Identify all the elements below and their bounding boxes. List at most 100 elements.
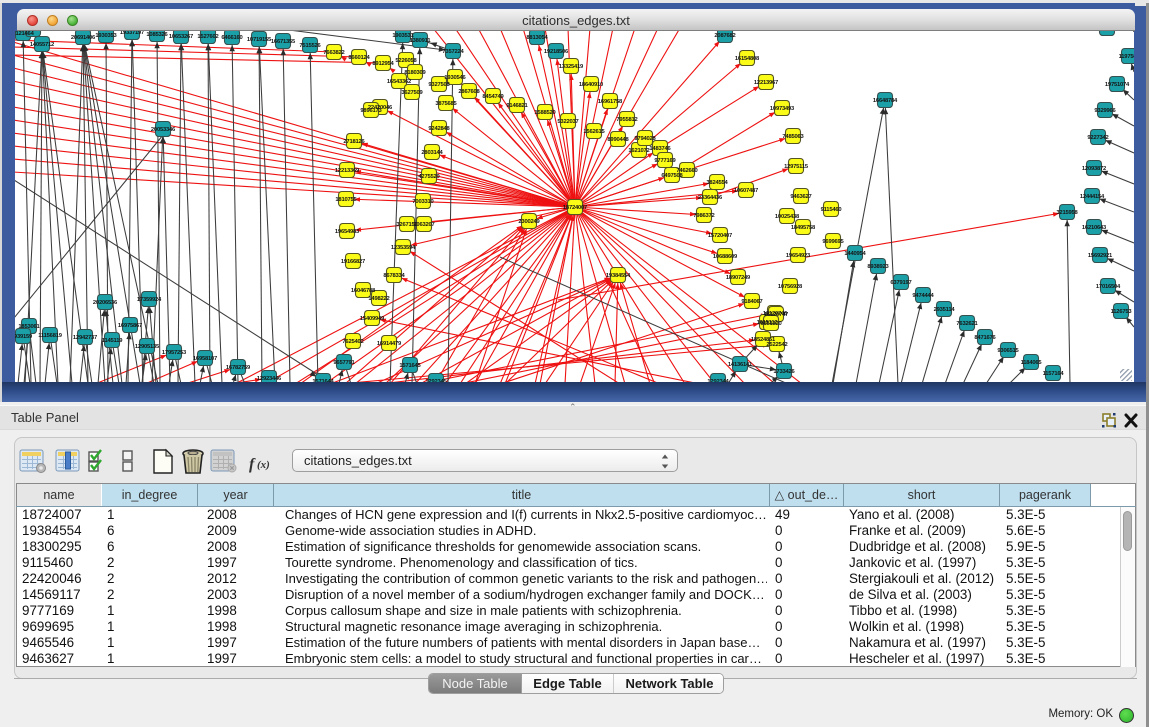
svg-text:6379197: 6379197	[890, 280, 911, 286]
svg-text:9146821: 9146821	[506, 103, 528, 109]
svg-text:9151320: 9151320	[760, 321, 781, 327]
svg-text:20206536: 20206536	[93, 300, 118, 306]
svg-text:19384554: 19384554	[606, 273, 631, 279]
svg-text:19166827: 19166827	[341, 259, 365, 265]
svg-text:1180420: 1180420	[1097, 31, 1118, 32]
svg-text:14136141: 14136141	[728, 362, 753, 368]
svg-text:17359924: 17359924	[137, 297, 162, 303]
svg-text:(x): (x)	[257, 459, 270, 471]
svg-text:19337197: 19337197	[120, 31, 144, 36]
svg-text:9896173: 9896173	[360, 108, 382, 114]
svg-text:18724007: 18724007	[563, 205, 587, 211]
svg-text:16120747: 16120747	[764, 312, 788, 318]
svg-text:7462660: 7462660	[676, 168, 697, 174]
svg-text:1930353: 1930353	[95, 33, 117, 39]
svg-text:2522542: 2522542	[766, 342, 787, 348]
svg-text:16543362: 16543362	[387, 79, 411, 85]
svg-text:7955812: 7955812	[616, 117, 637, 123]
svg-text:8938923: 8938923	[867, 264, 889, 270]
svg-text:15720407: 15720407	[708, 233, 732, 239]
svg-text:2935114: 2935114	[934, 307, 956, 313]
svg-text:10607487: 10607487	[734, 188, 758, 194]
svg-text:7632621: 7632621	[956, 321, 978, 327]
svg-text:16154808: 16154808	[735, 56, 760, 62]
svg-text:1588520: 1588520	[534, 110, 555, 116]
svg-text:15692921: 15692921	[1088, 253, 1113, 259]
svg-text:12923446: 12923446	[257, 376, 282, 382]
svg-text:14055712: 14055712	[30, 42, 54, 48]
svg-text:12905135: 12905135	[135, 344, 160, 350]
svg-text:15409949: 15409949	[360, 316, 385, 322]
svg-text:1126753: 1126753	[1111, 309, 1133, 315]
svg-text:19654983: 19654983	[335, 229, 360, 235]
svg-text:16210643: 16210643	[1082, 225, 1107, 231]
svg-text:12353594: 12353594	[391, 245, 416, 251]
svg-text:7003310: 7003310	[412, 199, 433, 205]
svg-text:9463627: 9463627	[790, 194, 811, 200]
svg-text:2803144: 2803144	[421, 150, 443, 156]
svg-text:7515526: 7515526	[299, 43, 321, 49]
svg-text:12093872: 12093872	[1082, 166, 1106, 172]
svg-text:19654923: 19654923	[786, 253, 811, 259]
svg-text:9227342: 9227342	[1087, 135, 1108, 141]
svg-text:1810755: 1810755	[335, 197, 357, 203]
svg-text:1380911: 1380911	[410, 38, 432, 44]
svg-text:9329966: 9329966	[1094, 108, 1116, 114]
svg-text:3215958: 3215958	[1056, 210, 1078, 216]
svg-text:13325419: 13325419	[559, 64, 584, 70]
svg-text:8180309: 8180309	[404, 70, 426, 76]
svg-text:12213967: 12213967	[754, 80, 778, 86]
svg-text:18495758: 18495758	[791, 225, 816, 231]
svg-text:1063207: 1063207	[413, 222, 434, 228]
svg-text:9777169: 9777169	[654, 158, 676, 164]
svg-text:12942737: 12942737	[73, 335, 97, 341]
svg-text:8471676: 8471676	[974, 335, 996, 341]
svg-text:9474444: 9474444	[912, 293, 934, 299]
svg-text:23364436: 23364436	[698, 195, 723, 201]
svg-text:6466160: 6466160	[221, 35, 242, 41]
svg-text:3824554: 3824554	[706, 180, 728, 186]
svg-text:10719155: 10719155	[247, 37, 272, 43]
svg-text:12213369: 12213369	[335, 168, 360, 174]
svg-text:16671355: 16671355	[271, 39, 296, 45]
svg-text:5322037: 5322037	[557, 119, 578, 125]
svg-text:20691406: 20691406	[71, 35, 96, 41]
svg-text:16961758: 16961758	[598, 99, 623, 105]
svg-text:9327508: 9327508	[428, 82, 450, 88]
svg-text:1440954: 1440954	[844, 251, 866, 257]
svg-text:1121582: 1121582	[23, 31, 44, 33]
svg-text:12975115: 12975115	[784, 164, 809, 170]
svg-text:8813054: 8813054	[526, 35, 548, 41]
svg-text:16648784: 16648784	[873, 98, 898, 104]
svg-text:7986372: 7986372	[693, 213, 714, 219]
svg-text:939159: 939159	[15, 334, 33, 340]
svg-text:3875685: 3875685	[435, 101, 457, 107]
svg-text:10973493: 10973493	[770, 106, 795, 112]
svg-text:1157503: 1157503	[1133, 31, 1134, 34]
svg-text:10688609: 10688609	[713, 254, 738, 260]
svg-text:f: f	[249, 456, 256, 473]
svg-text:1733426: 1733426	[773, 369, 795, 375]
svg-text:5226058: 5226058	[395, 58, 417, 64]
svg-text:9184067: 9184067	[741, 299, 762, 305]
svg-text:16975867: 16975867	[118, 323, 142, 329]
svg-text:4275520: 4275520	[418, 174, 439, 180]
svg-text:1145119: 1145119	[102, 338, 124, 344]
svg-text:7663822: 7663822	[323, 50, 344, 56]
svg-text:2867608: 2867608	[458, 89, 480, 95]
svg-text:8678334: 8678334	[383, 273, 405, 279]
svg-text:19218506: 19218506	[544, 49, 569, 55]
svg-text:20053346: 20053346	[151, 127, 176, 133]
svg-text:19751074: 19751074	[1105, 82, 1130, 88]
svg-text:7485063: 7485063	[782, 134, 804, 140]
svg-text:18907249: 18907249	[726, 275, 751, 281]
svg-text:2300249: 2300249	[518, 219, 540, 225]
svg-text:9242848: 9242848	[428, 126, 450, 132]
svg-text:7357224: 7357224	[442, 49, 464, 55]
svg-text:16914479: 16914479	[377, 341, 402, 347]
svg-text:2718126: 2718126	[343, 139, 365, 145]
svg-text:10653267: 10653267	[169, 34, 193, 40]
svg-text:9699695: 9699695	[822, 239, 844, 245]
svg-text:10756928: 10756928	[778, 284, 803, 290]
svg-text:1571645: 1571645	[399, 363, 421, 369]
